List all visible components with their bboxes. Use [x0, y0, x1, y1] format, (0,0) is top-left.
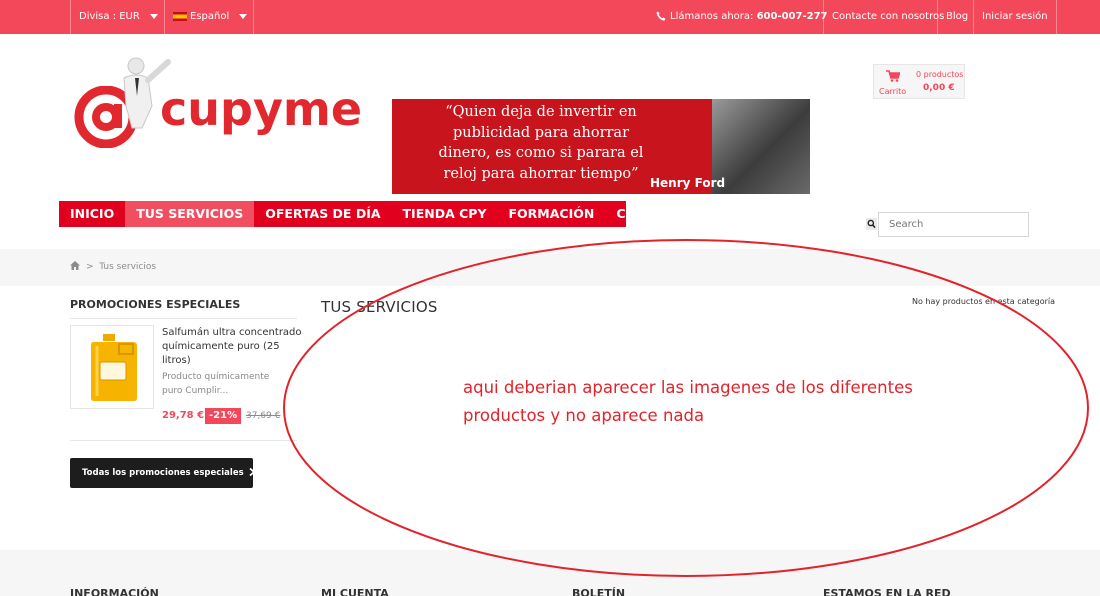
cart-label: Carrito: [879, 87, 907, 96]
divider: [70, 440, 297, 441]
spain-flag-icon: [173, 11, 187, 21]
footer-heading-boletin: BOLETÍN: [572, 587, 626, 596]
product-image[interactable]: [70, 325, 154, 409]
jerrycan-image: [91, 334, 137, 401]
cart-widget[interactable]: Carrito 0 productos 0,00 €: [873, 64, 965, 99]
chevron-down-icon: [239, 13, 248, 19]
divider: [70, 318, 297, 319]
login-link[interactable]: Iniciar sesión: [973, 0, 1057, 34]
contact-link[interactable]: Contacte con nosotros: [823, 0, 952, 34]
nav-item-inicio[interactable]: INICIO: [59, 201, 125, 227]
chevron-right-icon: [249, 468, 255, 476]
blog-label: Blog: [946, 11, 969, 22]
product-description: Producto químicamente puro Cumplir...: [162, 372, 270, 396]
discount-badge: -21%: [205, 408, 242, 424]
vintage-car-photo: [712, 99, 810, 194]
currency-selector[interactable]: Divisa : EUR: [70, 0, 164, 34]
contact-label: Contacte con nosotros: [832, 11, 945, 22]
search-icon[interactable]: [866, 218, 877, 230]
footer-heading-mi-cuenta: MI CUENTA: [321, 587, 389, 596]
page-title: TUS SERVICIOS: [321, 298, 438, 316]
page: Divisa : EUR Español Llámanos ahora: 600…: [0, 0, 1100, 596]
banner-quote: “Quien deja de invertir en publicidad pa…: [438, 104, 644, 182]
breadcrumb: > Tus servicios: [70, 261, 156, 272]
breadcrumb-band: > Tus servicios: [0, 249, 1100, 286]
call-us: Llámanos ahora: 600-007-277: [648, 0, 836, 34]
blog-link[interactable]: Blog: [937, 0, 976, 34]
nav-item-cupyme[interactable]: CUPYME: [605, 201, 686, 227]
product-price: 29,78 €: [162, 410, 205, 421]
site-logo[interactable]: cupyme: [70, 56, 363, 148]
cart-total: 0,00 €: [923, 83, 955, 93]
nav-item-formacion[interactable]: FORMACIÓN: [498, 201, 606, 227]
top-bar: Divisa : EUR Español Llámanos ahora: 600…: [0, 0, 1100, 34]
language-label: Español: [190, 11, 230, 22]
cart-count: 0 productos: [916, 70, 964, 79]
footer-heading-informacion: INFORMACIÓN: [70, 587, 159, 596]
empty-category-message: No hay productos en esta categoría: [912, 297, 1055, 306]
product-old-price: 37,69 €: [246, 411, 281, 421]
breadcrumb-separator: >: [86, 262, 94, 272]
home-icon[interactable]: [70, 261, 80, 270]
banner-author: Henry Ford: [650, 176, 726, 190]
phone-number: 600-007-277: [756, 11, 828, 22]
product-name[interactable]: Salfumán ultra concentrado químicamente …: [162, 326, 302, 368]
breadcrumb-current: Tus servicios: [99, 262, 157, 272]
call-label: Llámanos ahora:: [670, 11, 754, 22]
nav-item-ofertas-de-dia[interactable]: OFERTAS DE DÍA: [254, 201, 391, 227]
logo-wordmark: cupyme: [160, 82, 363, 136]
search-input[interactable]: [879, 213, 1028, 236]
sidebar-title: PROMOCIONES ESPECIALES: [70, 298, 241, 311]
language-selector[interactable]: Español: [164, 0, 254, 34]
nav-item-tus-servicios[interactable]: TUS SERVICIOS: [125, 201, 255, 227]
all-promotions-label: Todas los promociones especiales: [82, 468, 244, 478]
quote-banner[interactable]: “Quien deja de invertir en publicidad pa…: [392, 99, 810, 194]
chevron-down-icon: [149, 13, 158, 19]
nav-item-tienda-cpy[interactable]: TIENDA CPY: [392, 201, 498, 227]
cart-icon: [886, 70, 900, 82]
main-nav: INICIO TUS SERVICIOS OFERTAS DE DÍA TIEN…: [59, 201, 675, 227]
all-promotions-button[interactable]: Todas los promociones especiales: [70, 458, 255, 488]
search-box: [878, 212, 1029, 237]
currency-label: Divisa : EUR: [79, 11, 140, 22]
footer-heading-estamos-en-la-red: ESTAMOS EN LA RED: [823, 587, 951, 596]
login-label: Iniciar sesión: [982, 11, 1048, 22]
footer: INFORMACIÓN MI CUENTA BOLETÍN ESTAMOS EN…: [0, 550, 1100, 596]
user-annotation-text: aqui deberian aparecer las imagenes de l…: [463, 378, 913, 425]
phone-icon: [656, 11, 666, 21]
